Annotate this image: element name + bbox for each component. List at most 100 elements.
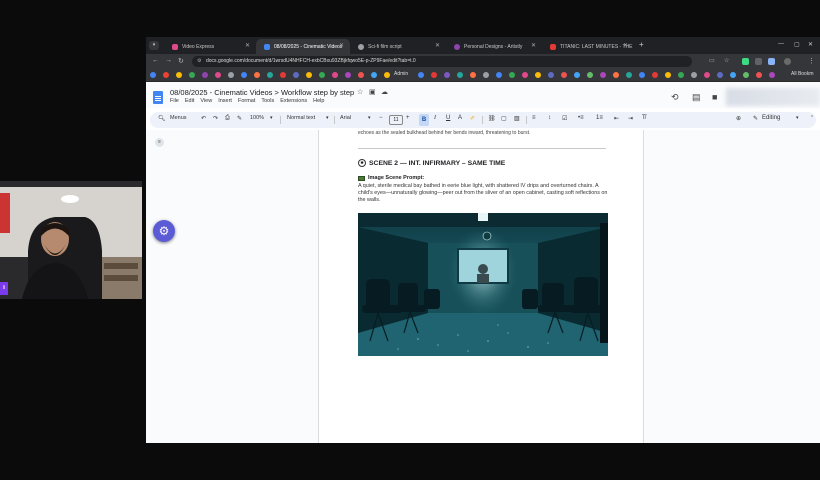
bookmark-icon[interactable] <box>769 72 775 78</box>
bookmark-icon[interactable] <box>535 72 541 78</box>
profile-avatar[interactable] <box>784 58 791 65</box>
bookmark-icon[interactable] <box>319 72 325 78</box>
bookmark-icon[interactable] <box>431 72 437 78</box>
bookmark-icon[interactable] <box>202 72 208 78</box>
bookmark-icon[interactable] <box>704 72 710 78</box>
bookmark-icon[interactable] <box>587 72 593 78</box>
print-icon[interactable]: ⎙ <box>225 115 230 122</box>
bookmark-icon[interactable] <box>163 72 169 78</box>
bookmark-icon[interactable] <box>358 72 364 78</box>
menu-help[interactable]: Help <box>313 98 324 104</box>
bookmark-icon[interactable] <box>678 72 684 78</box>
numbered-list-icon[interactable]: 1≡ <box>596 115 603 121</box>
editing-mode-select[interactable]: Editing <box>762 115 780 121</box>
link-icon[interactable]: ⛓ <box>488 115 496 122</box>
increase-font-icon[interactable]: + <box>406 115 410 121</box>
bookmark-icon[interactable] <box>730 72 736 78</box>
tab-search-icon[interactable]: ▾ <box>149 41 159 50</box>
url-field[interactable]: ⚙ docs.google.com/document/d/1wrsdU4NHFC… <box>192 56 692 67</box>
document-title[interactable]: 08/08/2025 - Cinematic Videos > Workflow… <box>170 88 354 97</box>
undo-icon[interactable]: ↶ <box>201 115 206 122</box>
menu-format[interactable]: Format <box>238 98 255 104</box>
checklist-icon[interactable]: ☑ <box>562 115 567 122</box>
comment-icon[interactable]: ▢ <box>501 115 507 122</box>
close-icon[interactable]: ✕ <box>435 42 440 49</box>
zoom-select[interactable]: 100% <box>250 115 264 121</box>
menu-insert[interactable]: Insert <box>218 98 232 104</box>
bookmark-icon[interactable] <box>332 72 338 78</box>
close-icon[interactable]: ✕ <box>623 42 628 49</box>
star-icon[interactable]: ☆ <box>357 88 363 96</box>
bookmark-icon[interactable] <box>743 72 749 78</box>
scene-image[interactable] <box>358 213 608 356</box>
menus-search[interactable]: Menus <box>170 115 187 121</box>
bookmark-icon[interactable] <box>496 72 502 78</box>
menu-file[interactable]: File <box>170 98 179 104</box>
menu-view[interactable]: View <box>200 98 212 104</box>
star-icon[interactable]: ☆ <box>724 57 729 64</box>
bookmark-icon[interactable] <box>176 72 182 78</box>
bookmark-icon[interactable] <box>267 72 273 78</box>
bookmark-icon[interactable] <box>280 72 286 78</box>
tab-sci-fi-script[interactable]: Sci-fi film script ✕ <box>350 39 446 54</box>
font-select[interactable]: Arial <box>340 115 351 121</box>
bookmark-icon[interactable] <box>444 72 450 78</box>
history-icon[interactable]: ⟲ <box>671 92 679 103</box>
close-icon[interactable]: ✕ <box>339 42 344 49</box>
bookmark-icon[interactable] <box>691 72 697 78</box>
bookmark-icon[interactable] <box>384 72 390 78</box>
chevron-up-icon[interactable]: ⌃ <box>810 115 814 121</box>
extensions-puzzle-icon[interactable] <box>768 58 775 65</box>
extension-icon[interactable] <box>755 58 762 65</box>
new-tab-button[interactable]: + <box>639 40 644 49</box>
reload-icon[interactable]: ↻ <box>178 57 184 65</box>
bold-button[interactable]: B <box>419 114 429 126</box>
bookmark-icon[interactable] <box>215 72 221 78</box>
paint-format-icon[interactable]: ✎ <box>237 115 242 122</box>
bookmark-icon[interactable] <box>509 72 515 78</box>
clear-formatting-icon[interactable]: T̸ <box>642 115 646 121</box>
bookmark-icon[interactable] <box>306 72 312 78</box>
tab-artistly[interactable]: Personal Designs - Artistly ✕ <box>446 39 542 54</box>
bookmark-icon[interactable] <box>600 72 606 78</box>
more-options-icon[interactable]: ⋮ <box>808 57 815 65</box>
forward-icon[interactable]: → <box>165 57 172 64</box>
close-window-icon[interactable]: ✕ <box>808 41 813 48</box>
bookmark-icon[interactable] <box>626 72 632 78</box>
cast-icon[interactable]: ▭ <box>709 57 715 64</box>
line-spacing-icon[interactable]: ↕ <box>548 115 551 121</box>
minimize-icon[interactable]: — <box>778 41 784 47</box>
bookmark-admin[interactable]: Admin <box>394 71 408 77</box>
all-bookmarks-folder[interactable]: All Bookm <box>791 71 814 77</box>
bookmark-icon[interactable] <box>457 72 463 78</box>
add-icon[interactable]: ⊕ <box>736 115 741 122</box>
back-icon[interactable]: ← <box>152 57 159 64</box>
bookmark-icon[interactable] <box>241 72 247 78</box>
bookmark-icon[interactable] <box>756 72 762 78</box>
move-folder-icon[interactable]: ▣ <box>369 88 376 96</box>
bookmark-icon[interactable] <box>254 72 260 78</box>
close-icon[interactable]: ✕ <box>531 42 536 49</box>
bookmark-icon[interactable] <box>652 72 658 78</box>
font-size-input[interactable]: 11 <box>389 115 403 125</box>
highlight-icon[interactable]: ✐ <box>470 115 475 122</box>
bookmark-icon[interactable] <box>228 72 234 78</box>
bookmark-icon[interactable] <box>189 72 195 78</box>
underline-button[interactable]: U <box>446 115 450 121</box>
menu-extensions[interactable]: Extensions <box>280 98 307 104</box>
search-icon[interactable]: 🔍︎ <box>158 115 166 122</box>
bookmark-icon[interactable] <box>418 72 424 78</box>
align-icon[interactable]: ≡ <box>532 115 536 121</box>
decrease-font-icon[interactable]: − <box>379 115 383 121</box>
bookmark-icon[interactable] <box>483 72 489 78</box>
bulleted-list-icon[interactable]: •≡ <box>578 115 584 121</box>
menu-edit[interactable]: Edit <box>185 98 194 104</box>
cloud-status-icon[interactable]: ☁ <box>381 88 388 96</box>
tab-cinematic-videos[interactable]: 08/08/2025 - Cinematic Videos ✕ <box>256 39 350 54</box>
bookmark-icon[interactable] <box>717 72 723 78</box>
image-icon[interactable]: ▨ <box>514 115 520 122</box>
maximize-icon[interactable]: ▢ <box>794 41 800 48</box>
gear-icon[interactable]: ⚙ <box>153 220 175 242</box>
bookmark-icon[interactable] <box>639 72 645 78</box>
italic-button[interactable]: I <box>434 115 436 121</box>
